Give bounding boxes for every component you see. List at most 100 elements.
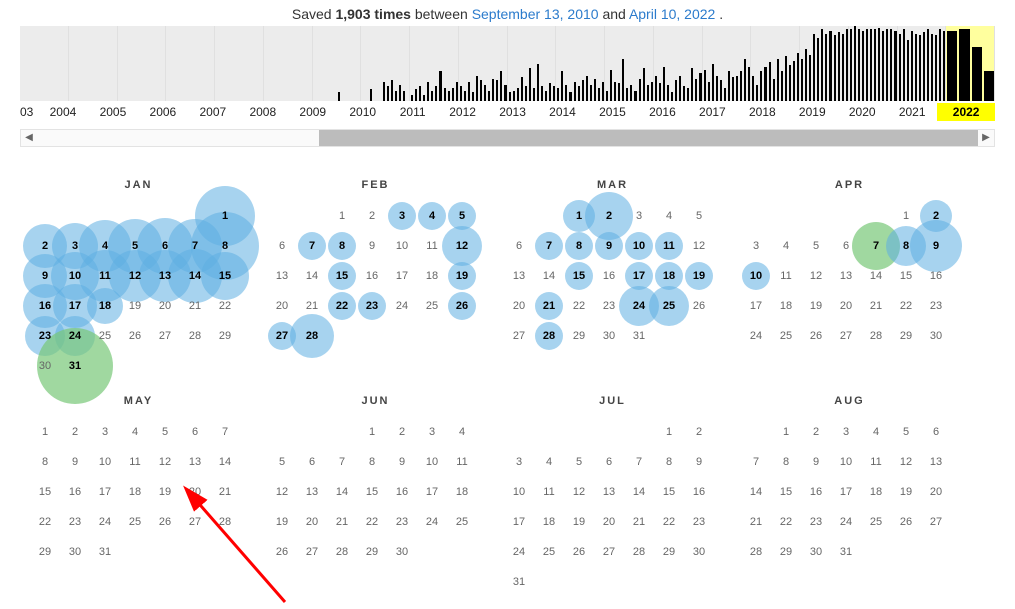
year-slot-2018[interactable]	[751, 26, 800, 101]
day-mar-28[interactable]: 28	[534, 321, 564, 351]
year-slot-2014[interactable]	[556, 26, 605, 101]
year-link-2009[interactable]: 2009	[288, 105, 338, 119]
year-slot-2021[interactable]	[898, 26, 947, 101]
day-mar-27: 27	[504, 321, 534, 351]
day-mar-3: 3	[624, 201, 654, 231]
day-feb-8[interactable]: 8	[327, 231, 357, 261]
scroll-left-arrow-icon[interactable]: ◀	[21, 131, 37, 145]
year-link-2011[interactable]: 2011	[388, 105, 438, 119]
day-feb-12[interactable]: 12	[447, 231, 477, 261]
day-jan-31[interactable]: 31	[60, 351, 90, 381]
month-title: FEB	[257, 177, 494, 201]
year-link-2017[interactable]: 2017	[687, 105, 737, 119]
scroll-thumb[interactable]	[319, 130, 978, 146]
summary-prefix: Saved	[292, 6, 336, 22]
day-apr-9[interactable]: 9	[921, 231, 951, 261]
year-link-2018[interactable]: 2018	[737, 105, 787, 119]
day-feb-23[interactable]: 23	[357, 291, 387, 321]
day-feb-15[interactable]: 15	[327, 261, 357, 291]
year-slot-2008[interactable]	[264, 26, 313, 101]
year-link-2005[interactable]: 2005	[88, 105, 138, 119]
day-feb-2: 2	[357, 201, 387, 231]
month-mar: MAR1234567891011121314151617181920212223…	[494, 177, 731, 381]
day-apr-20: 20	[831, 291, 861, 321]
day-feb-22[interactable]: 22	[327, 291, 357, 321]
day-jul-3: 3	[504, 447, 534, 477]
year-link-2006[interactable]: 2006	[138, 105, 188, 119]
day-may-18: 18	[120, 477, 150, 507]
day-mar-21[interactable]: 21	[534, 291, 564, 321]
day-mar-25[interactable]: 25	[654, 291, 684, 321]
day-jun-30: 30	[387, 537, 417, 567]
year-link-2022[interactable]: 2022	[937, 103, 995, 121]
day-mar-19[interactable]: 19	[684, 261, 714, 291]
year-link-2012[interactable]: 2012	[438, 105, 488, 119]
year-link-2021[interactable]: 2021	[887, 105, 937, 119]
year-slot-2010[interactable]	[361, 26, 410, 101]
year-slot-2015[interactable]	[605, 26, 654, 101]
year-slot-2003[interactable]	[20, 26, 69, 101]
year-slot-2005[interactable]	[118, 26, 167, 101]
day-mar-9[interactable]: 9	[594, 231, 624, 261]
day-jul-28: 28	[624, 537, 654, 567]
day-aug-8: 8	[771, 447, 801, 477]
day-mar-11[interactable]: 11	[654, 231, 684, 261]
summary-date-end[interactable]: April 10, 2022	[629, 6, 715, 22]
year-link-2015[interactable]: 2015	[587, 105, 637, 119]
day-feb-28[interactable]: 28	[297, 321, 327, 351]
day-jun-11: 11	[447, 447, 477, 477]
year-link-2010[interactable]: 2010	[338, 105, 388, 119]
day-jan-15[interactable]: 15	[210, 261, 240, 291]
day-feb-19[interactable]: 19	[447, 261, 477, 291]
day-jul-12: 12	[564, 477, 594, 507]
day-feb-3[interactable]: 3	[387, 201, 417, 231]
day-jun-6: 6	[297, 447, 327, 477]
day-jul-10: 10	[504, 477, 534, 507]
day-mar-15[interactable]: 15	[564, 261, 594, 291]
year-link-2013[interactable]: 2013	[488, 105, 538, 119]
year-link-2008[interactable]: 2008	[238, 105, 288, 119]
year-link-2016[interactable]: 2016	[637, 105, 687, 119]
day-mar-26: 26	[684, 291, 714, 321]
year-link-2020[interactable]: 2020	[837, 105, 887, 119]
day-mar-7[interactable]: 7	[534, 231, 564, 261]
year-link-2014[interactable]: 2014	[538, 105, 588, 119]
day-mar-10[interactable]: 10	[624, 231, 654, 261]
year-slot-2012[interactable]	[459, 26, 508, 101]
day-feb-4[interactable]: 4	[417, 201, 447, 231]
year-slot-2019[interactable]	[800, 26, 849, 101]
year-bar-chart[interactable]	[20, 26, 995, 101]
day-may-21: 21	[210, 477, 240, 507]
year-link-2019[interactable]: 2019	[787, 105, 837, 119]
day-jul-30: 30	[684, 537, 714, 567]
day-jul-29: 29	[654, 537, 684, 567]
day-feb-26[interactable]: 26	[447, 291, 477, 321]
year-slot-2020[interactable]	[849, 26, 898, 101]
day-mar-8[interactable]: 8	[564, 231, 594, 261]
scroll-track[interactable]	[37, 130, 978, 146]
year-slot-2007[interactable]	[215, 26, 264, 101]
year-slot-2006[interactable]	[166, 26, 215, 101]
day-feb-20: 20	[267, 291, 297, 321]
year-slot-2004[interactable]	[69, 26, 118, 101]
summary-date-start[interactable]: September 13, 2010	[472, 6, 599, 22]
scroll-right-arrow-icon[interactable]: ▶	[978, 131, 994, 145]
day-mar-2[interactable]: 2	[594, 201, 624, 231]
year-slot-2022[interactable]	[946, 26, 995, 101]
day-apr-24: 24	[741, 321, 771, 351]
day-jan-18[interactable]: 18	[90, 291, 120, 321]
day-apr-21: 21	[861, 291, 891, 321]
year-slot-2017[interactable]	[703, 26, 752, 101]
day-apr-10[interactable]: 10	[741, 261, 771, 291]
year-slot-2009[interactable]	[313, 26, 362, 101]
year-link-2004[interactable]: 2004	[38, 105, 88, 119]
year-link-03[interactable]: 03	[20, 105, 38, 119]
year-slot-2011[interactable]	[410, 26, 459, 101]
day-feb-7[interactable]: 7	[297, 231, 327, 261]
year-slot-2013[interactable]	[508, 26, 557, 101]
day-may-20: 20	[180, 477, 210, 507]
year-link-2007[interactable]: 2007	[188, 105, 238, 119]
day-jun-14: 14	[327, 477, 357, 507]
timeline-scrollbar[interactable]: ◀ ▶	[20, 129, 995, 147]
year-slot-2016[interactable]	[654, 26, 703, 101]
